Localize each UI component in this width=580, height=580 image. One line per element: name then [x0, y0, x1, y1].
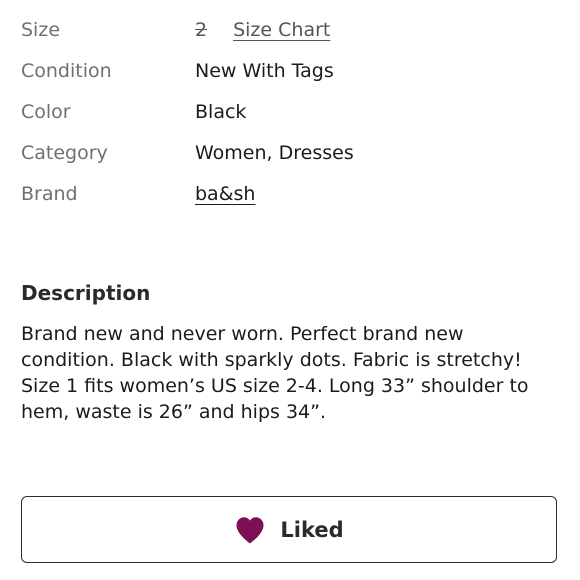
size-value-group: 2 Size Chart — [195, 14, 330, 46]
heart-icon — [234, 515, 266, 545]
listing-details: Size 2 Size Chart Condition New With Tag… — [21, 14, 561, 219]
liked-button[interactable]: Liked — [21, 496, 557, 563]
category-value: Women, Dresses — [195, 142, 354, 164]
brand-link[interactable]: ba&sh — [195, 178, 255, 210]
brand-label: Brand — [21, 183, 78, 205]
description-text: Brand new and never worn. Perfect brand … — [21, 323, 529, 423]
detail-row-condition: Condition New With Tags — [21, 55, 561, 96]
color-label: Color — [21, 101, 71, 123]
category-label: Category — [21, 142, 108, 164]
size-chart-link[interactable]: Size Chart — [233, 14, 330, 46]
detail-row-brand: Brand ba&sh — [21, 178, 561, 219]
liked-label: Liked — [280, 517, 344, 542]
color-value: Black — [195, 101, 247, 123]
condition-value: New With Tags — [195, 60, 334, 82]
detail-row-category: Category Women, Dresses — [21, 137, 561, 178]
description-title: Description — [21, 281, 151, 305]
size-label: Size — [21, 19, 61, 41]
detail-row-size: Size 2 Size Chart — [21, 14, 561, 55]
size-value: 2 — [195, 19, 208, 41]
condition-label: Condition — [21, 60, 112, 82]
detail-row-color: Color Black — [21, 96, 561, 137]
